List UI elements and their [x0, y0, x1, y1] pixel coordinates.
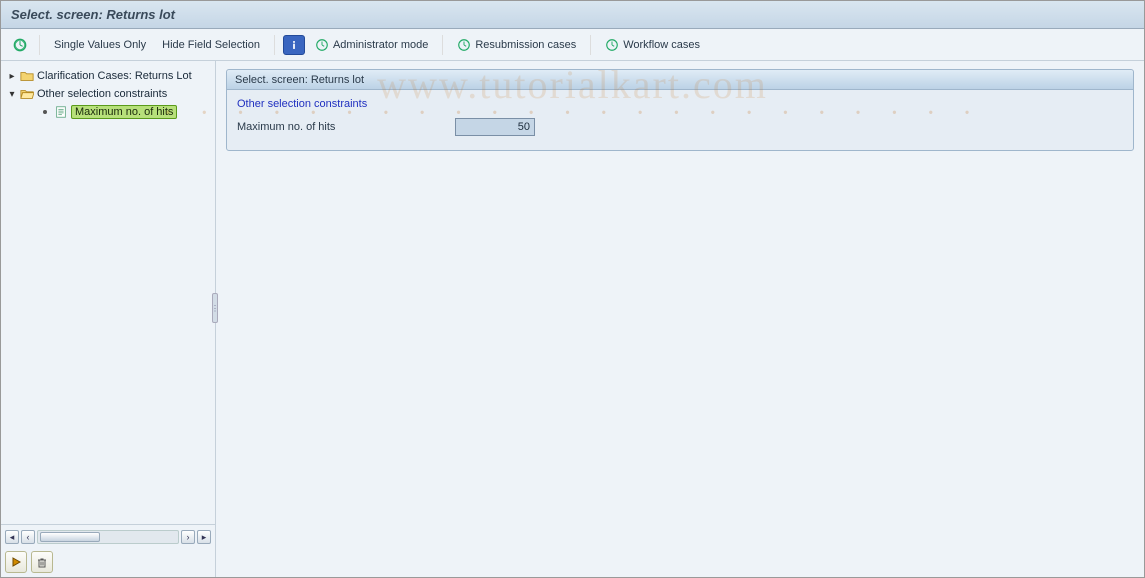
- single-values-only-label: Single Values Only: [54, 39, 146, 51]
- panel-header: Select. screen: Returns lot: [227, 70, 1133, 90]
- workflow-cases-label: Workflow cases: [623, 39, 700, 51]
- scroll-left-start-icon[interactable]: ◂: [5, 530, 19, 544]
- main-area: ▸ Clarification Cases: Returns Lot ▾ Oth…: [1, 61, 1144, 577]
- document-icon: [54, 105, 68, 119]
- scroll-left-icon[interactable]: ‹: [21, 530, 35, 544]
- scroll-right-end-icon[interactable]: ▸: [197, 530, 211, 544]
- scroll-thumb[interactable]: [40, 532, 100, 542]
- tree-node-clarification-cases[interactable]: ▸ Clarification Cases: Returns Lot: [3, 67, 213, 85]
- execute-button[interactable]: [9, 35, 31, 55]
- field-row-max-hits: Maximum no. of hits: [237, 118, 1123, 136]
- administrator-mode-label: Administrator mode: [333, 39, 428, 51]
- toolbar-separator: [39, 35, 40, 55]
- execute-icon: [605, 38, 619, 52]
- delete-tree-button[interactable]: [31, 551, 53, 573]
- tree-horizontal-scrollbar[interactable]: ◂ ‹ › ▸: [5, 529, 211, 545]
- workflow-cases-button[interactable]: Workflow cases: [599, 36, 706, 54]
- sidebar-bottom-bar: ◂ ‹ › ▸: [1, 524, 215, 577]
- tree-node-maximum-hits[interactable]: Maximum no. of hits: [3, 103, 213, 121]
- navigation-tree[interactable]: ▸ Clarification Cases: Returns Lot ▾ Oth…: [1, 61, 215, 524]
- info-icon: [287, 38, 301, 52]
- max-hits-input[interactable]: [455, 118, 535, 136]
- panel-body: Other selection constraints Maximum no. …: [227, 90, 1133, 150]
- application-toolbar: Single Values Only Hide Field Selection …: [1, 29, 1144, 61]
- resubmission-cases-button[interactable]: Resubmission cases: [451, 36, 582, 54]
- folder-open-icon: [20, 87, 34, 101]
- toolbar-separator: [274, 35, 275, 55]
- window-title: Select. screen: Returns lot: [11, 7, 175, 22]
- selection-panel: Select. screen: Returns lot Other select…: [226, 69, 1134, 151]
- execute-icon: [457, 38, 471, 52]
- play-icon: [10, 556, 22, 568]
- execute-tree-button[interactable]: [5, 551, 27, 573]
- single-values-only-button[interactable]: Single Values Only: [48, 37, 152, 53]
- toolbar-separator: [442, 35, 443, 55]
- panel-title: Select. screen: Returns lot: [235, 74, 364, 86]
- title-bar: Select. screen: Returns lot: [1, 1, 1144, 29]
- execute-icon: [13, 38, 27, 52]
- tree-node-label: Maximum no. of hits: [71, 105, 177, 119]
- tree-bullet-icon: [43, 110, 47, 114]
- content-area: Select. screen: Returns lot Other select…: [216, 61, 1144, 577]
- tree-node-other-selection-constraints[interactable]: ▾ Other selection constraints: [3, 85, 213, 103]
- tree-node-label: Clarification Cases: Returns Lot: [37, 70, 192, 82]
- resubmission-cases-label: Resubmission cases: [475, 39, 576, 51]
- administrator-mode-button[interactable]: Administrator mode: [309, 36, 434, 54]
- hide-field-selection-label: Hide Field Selection: [162, 39, 260, 51]
- navigation-tree-panel: ▸ Clarification Cases: Returns Lot ▾ Oth…: [1, 61, 216, 577]
- hide-field-selection-button[interactable]: Hide Field Selection: [156, 37, 266, 53]
- folder-closed-icon: [20, 69, 34, 83]
- toolbar-separator: [590, 35, 591, 55]
- field-label-max-hits: Maximum no. of hits: [237, 121, 447, 133]
- info-button[interactable]: [283, 35, 305, 55]
- group-title: Other selection constraints: [237, 98, 1123, 110]
- trash-icon: [36, 556, 48, 568]
- expand-collapse-icon[interactable]: ▸: [7, 71, 17, 82]
- expand-collapse-icon[interactable]: ▾: [7, 89, 17, 100]
- execute-icon: [315, 38, 329, 52]
- scroll-right-icon[interactable]: ›: [181, 530, 195, 544]
- tree-node-label: Other selection constraints: [37, 88, 167, 100]
- splitter-handle[interactable]: ⋮: [212, 293, 218, 323]
- scroll-track[interactable]: [37, 530, 179, 544]
